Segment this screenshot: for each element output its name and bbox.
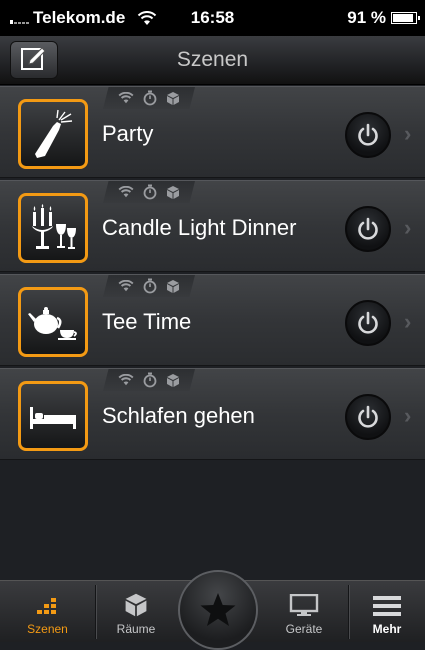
chevron-right-icon[interactable]: › bbox=[404, 121, 411, 147]
tab-label: Geräte bbox=[285, 622, 323, 636]
wifi-icon bbox=[118, 92, 134, 104]
menu-lines-icon bbox=[373, 596, 401, 616]
status-bar: Telekom.de 16:58 91 % bbox=[0, 0, 425, 36]
tab-szenen[interactable]: Szenen bbox=[0, 581, 95, 642]
tab-geraete[interactable]: Geräte bbox=[260, 581, 348, 642]
tab-label: Räume bbox=[116, 622, 156, 636]
scene-name: Schlafen gehen bbox=[102, 403, 255, 428]
scene-thumbnail bbox=[18, 287, 88, 357]
champagne-bottle-icon bbox=[35, 109, 73, 158]
teapot-cup-icon bbox=[28, 307, 77, 340]
scene-indicators bbox=[103, 181, 195, 203]
cube-icon bbox=[167, 91, 179, 105]
scenes-grid-icon bbox=[36, 598, 56, 614]
scene-power-button[interactable] bbox=[345, 394, 391, 440]
timer-icon bbox=[143, 90, 157, 106]
page-title: Szenen bbox=[176, 48, 249, 71]
battery-status: 91 % bbox=[347, 8, 420, 28]
power-icon bbox=[358, 405, 378, 428]
power-icon bbox=[358, 311, 378, 334]
timer-icon bbox=[143, 372, 157, 388]
scene-name: Tee Time bbox=[102, 309, 192, 334]
cube-icon bbox=[167, 373, 179, 387]
scene-row-tee-time[interactable]: Tee Time › bbox=[0, 274, 425, 366]
tab-label: Szenen bbox=[27, 622, 68, 636]
timer-icon bbox=[143, 184, 157, 200]
tab-label: Mehr bbox=[372, 622, 402, 636]
cube-icon bbox=[167, 279, 179, 293]
bed-icon bbox=[30, 407, 76, 429]
power-icon bbox=[358, 123, 378, 146]
scene-row-party[interactable]: Party › bbox=[0, 86, 425, 178]
scene-name: Candle Light Dinner bbox=[102, 215, 297, 240]
monitor-icon bbox=[289, 594, 319, 616]
scene-power-button[interactable] bbox=[345, 112, 391, 158]
cube-icon bbox=[125, 593, 147, 617]
scene-power-button[interactable] bbox=[345, 300, 391, 346]
scene-name: Party bbox=[102, 121, 154, 146]
battery-percent: 91 % bbox=[347, 8, 386, 27]
scene-list: Party › Candle Light Dinner › Tee Time ›… bbox=[0, 86, 425, 462]
scene-row-schlafen-gehen[interactable]: Schlafen gehen › bbox=[0, 368, 425, 460]
scene-indicators bbox=[103, 87, 195, 109]
tab-raeume[interactable]: Räume bbox=[96, 581, 176, 642]
battery-icon bbox=[391, 12, 420, 24]
scene-power-button[interactable] bbox=[345, 206, 391, 252]
power-icon bbox=[358, 217, 378, 240]
chevron-right-icon[interactable]: › bbox=[404, 215, 411, 241]
scene-indicators bbox=[103, 275, 195, 297]
favorites-button[interactable] bbox=[178, 570, 258, 650]
wifi-icon bbox=[118, 186, 134, 198]
wifi-icon bbox=[118, 280, 134, 292]
star-icon bbox=[200, 593, 236, 626]
candelabra-wine-icon bbox=[32, 204, 76, 249]
scene-row-candle-light-dinner[interactable]: Candle Light Dinner › bbox=[0, 180, 425, 272]
navigation-bar: Szenen bbox=[0, 36, 425, 85]
scene-indicators bbox=[103, 369, 195, 391]
cube-icon bbox=[167, 185, 179, 199]
scene-thumbnail bbox=[18, 99, 88, 169]
timer-icon bbox=[143, 278, 157, 294]
tab-mehr[interactable]: Mehr bbox=[349, 581, 425, 642]
scene-thumbnail bbox=[18, 193, 88, 263]
chevron-right-icon[interactable]: › bbox=[404, 403, 411, 429]
chevron-right-icon[interactable]: › bbox=[404, 309, 411, 335]
scene-thumbnail bbox=[18, 381, 88, 451]
wifi-icon bbox=[118, 374, 134, 386]
